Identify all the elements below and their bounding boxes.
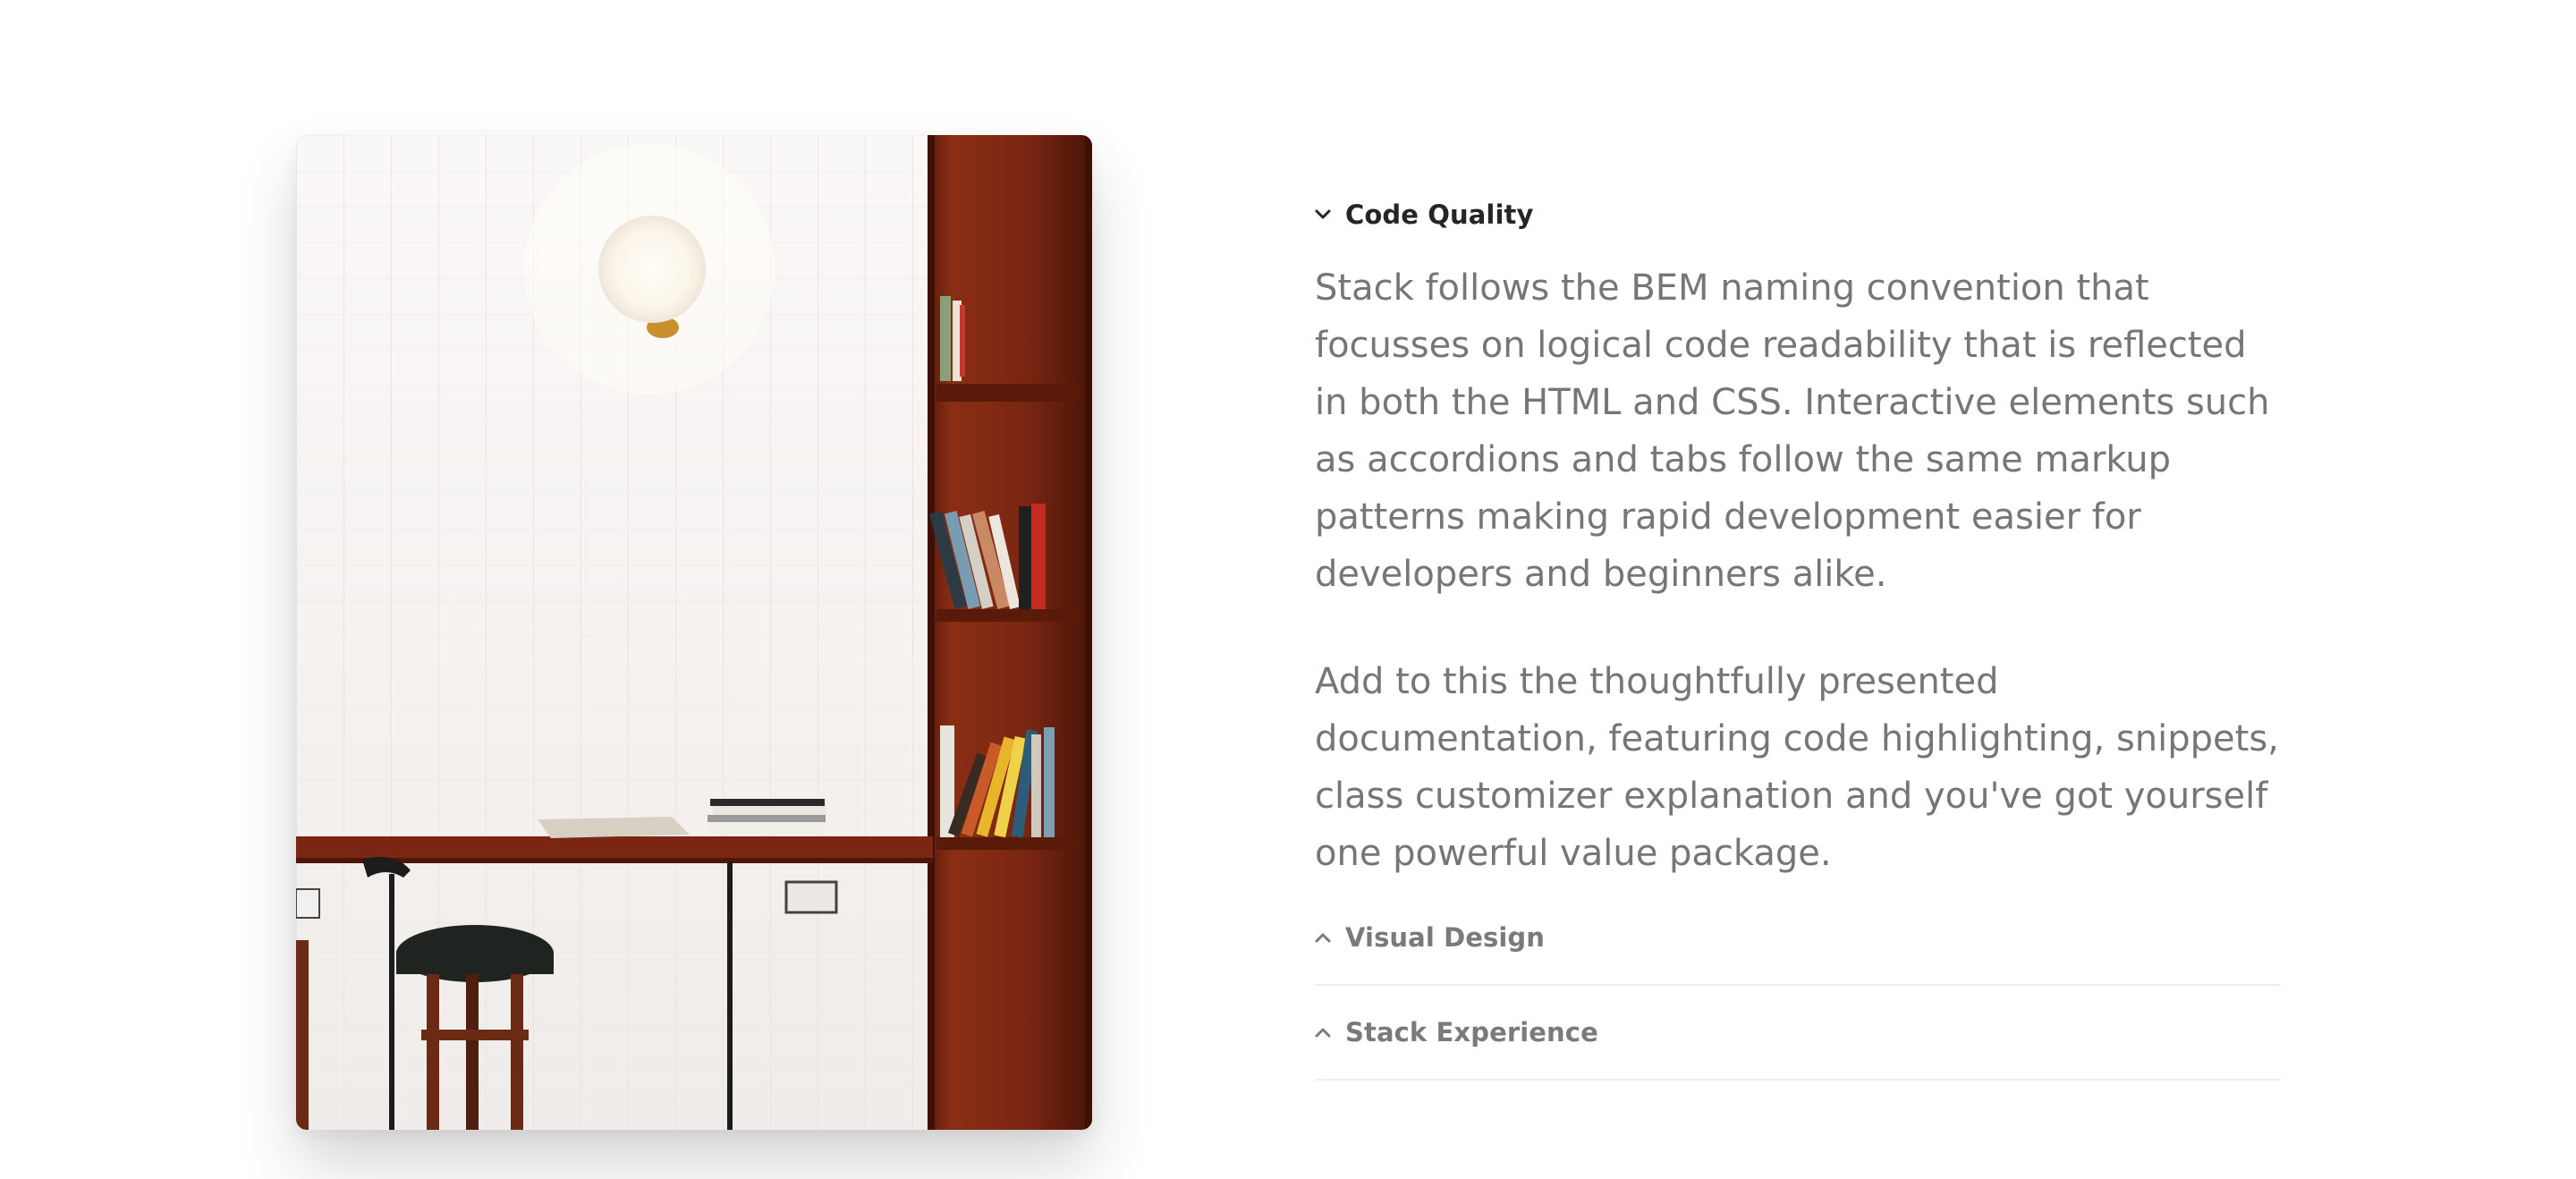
accordion-paragraph: Stack follows the BEM naming convention …: [1315, 267, 2270, 595]
accordion-title: Stack Experience: [1345, 1017, 1598, 1048]
chevron-down-icon: [1315, 207, 1331, 223]
accordion-toggle-visual-design[interactable]: Visual Design: [1315, 891, 2281, 984]
cafe-interior-image: [296, 135, 1092, 1130]
accordion-toggle-stack-experience[interactable]: Stack Experience: [1315, 986, 2281, 1079]
features-accordion: Code Quality Stack follows the BEM namin…: [1315, 179, 2281, 1081]
chevron-up-icon: [1315, 1024, 1331, 1040]
accordion-item-visual-design: Visual Design: [1315, 891, 2281, 986]
accordion-item-code-quality: Code Quality Stack follows the BEM namin…: [1315, 179, 2281, 882]
accordion-toggle-code-quality[interactable]: Code Quality: [1315, 179, 2281, 250]
accordion-title: Visual Design: [1345, 922, 1546, 953]
accordion-item-stack-experience: Stack Experience: [1315, 986, 2281, 1081]
accordion-content: Stack follows the BEM naming convention …: [1315, 250, 2281, 882]
accordion-paragraph: Add to this the thoughtfully presented d…: [1315, 661, 2279, 874]
page: Code Quality Stack follows the BEM namin…: [0, 0, 2576, 1179]
chevron-up-icon: [1315, 929, 1331, 946]
accordion-title: Code Quality: [1345, 199, 1534, 230]
